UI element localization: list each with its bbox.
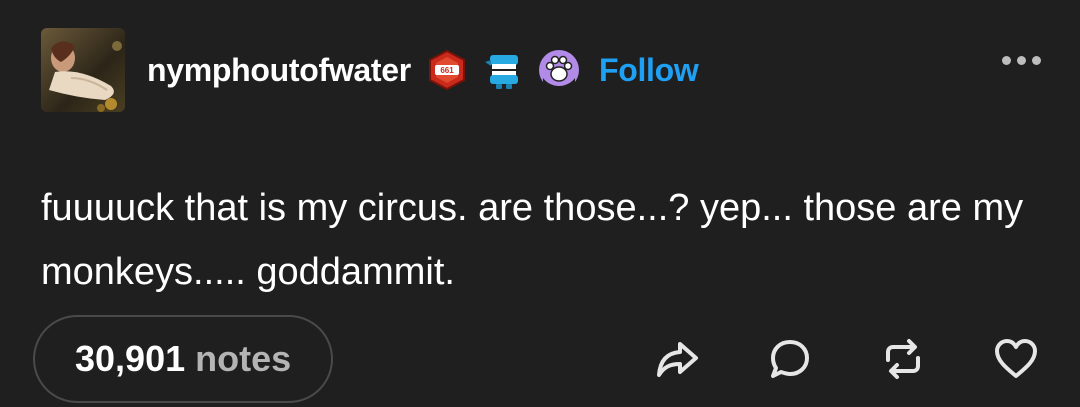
post-actions bbox=[650, 332, 1043, 386]
username[interactable]: nymphoutofwater bbox=[147, 52, 411, 89]
post-footer: 30,901 notes bbox=[33, 315, 1043, 403]
dot bbox=[1002, 56, 1011, 65]
post-body-text: fuuuuck that is my circus. are those...?… bbox=[41, 187, 1024, 293]
notes-label: notes bbox=[195, 338, 292, 379]
reblog-icon[interactable] bbox=[876, 332, 930, 386]
badges: 661 bbox=[425, 48, 581, 92]
chattering-teeth-badge[interactable] bbox=[481, 48, 525, 92]
notes-button[interactable]: 30,901 notes bbox=[33, 315, 334, 403]
post-header: nymphoutofwater 661 Follow bbox=[41, 28, 1041, 112]
follow-button[interactable]: Follow bbox=[599, 52, 699, 89]
avatar-image bbox=[41, 28, 125, 112]
share-icon[interactable] bbox=[650, 332, 704, 386]
dot bbox=[1032, 56, 1041, 65]
paw-print-badge[interactable] bbox=[537, 48, 581, 92]
like-icon[interactable] bbox=[989, 332, 1043, 386]
reply-icon[interactable] bbox=[763, 332, 817, 386]
notes-count: 30,901 bbox=[75, 338, 186, 379]
avatar[interactable] bbox=[41, 28, 125, 112]
red-hexagon-badge[interactable]: 661 bbox=[425, 48, 469, 92]
red-badge-text: 661 bbox=[440, 66, 454, 75]
dot bbox=[1017, 56, 1026, 65]
more-options-icon[interactable] bbox=[1002, 56, 1041, 65]
